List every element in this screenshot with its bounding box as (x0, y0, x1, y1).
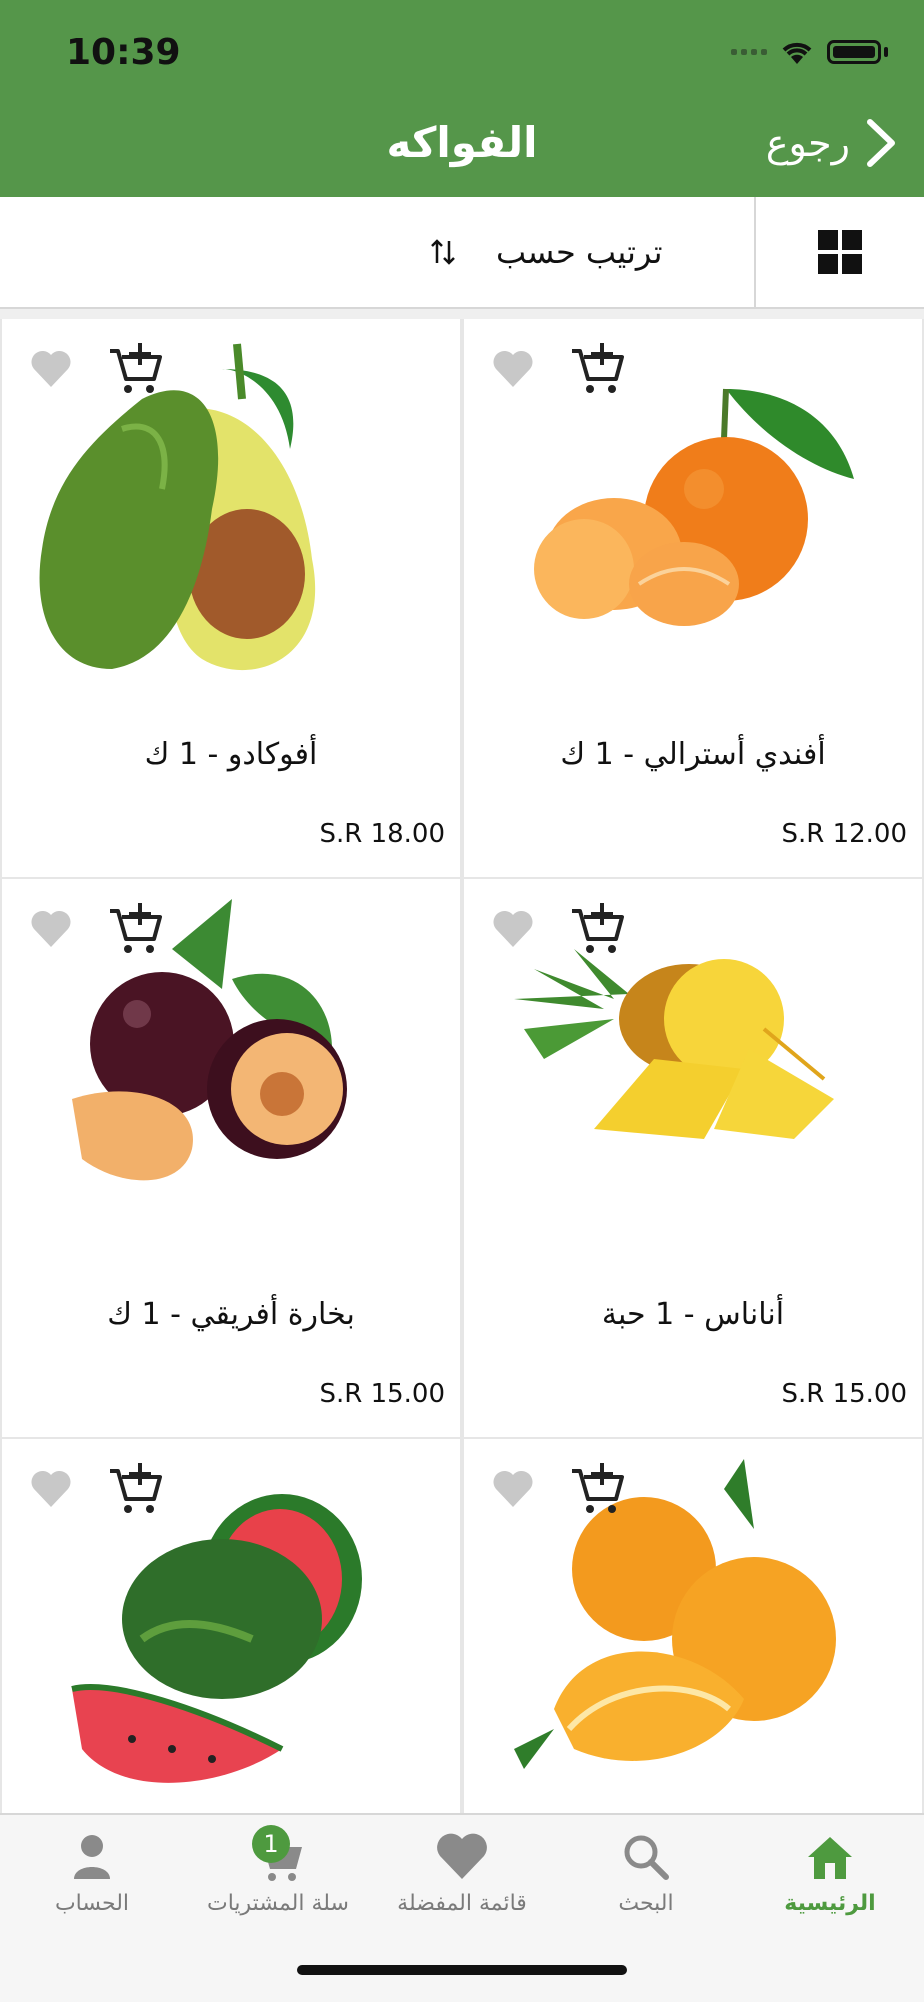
grid-icon (818, 230, 862, 274)
product-name: أناناس - 1 حبة (601, 1297, 785, 1332)
status-icons (731, 38, 888, 66)
battery-icon (827, 40, 881, 64)
tab-account[interactable]: الحساب (0, 1829, 184, 1916)
tab-home-label: الرئيسية (784, 1891, 876, 1916)
tab-home[interactable]: الرئيسية (738, 1829, 922, 1916)
tab-favorites[interactable]: قائمة المفضلة (370, 1829, 554, 1916)
product-price: S.R 12.00 (781, 819, 907, 849)
user-icon (74, 1835, 110, 1879)
product-price: S.R 15.00 (781, 1379, 907, 1409)
wifi-icon (782, 42, 812, 64)
favorite-heart-icon[interactable] (492, 349, 534, 389)
back-label: رجوع (765, 121, 850, 165)
heart-icon (437, 1833, 487, 1879)
favorite-heart-icon[interactable] (30, 1469, 72, 1509)
avocado-image (39, 343, 316, 671)
tab-search[interactable]: البحث (554, 1829, 738, 1916)
product-card[interactable] (2, 1439, 460, 1813)
add-to-cart-icon[interactable] (568, 339, 626, 397)
home-indicator (297, 1965, 627, 1975)
plum-image (72, 899, 347, 1181)
product-name: بخارة أفريقي - 1 ك (107, 1297, 355, 1332)
orange-image (514, 1459, 836, 1769)
tab-favorites-label: قائمة المفضلة (397, 1891, 527, 1916)
search-icon (624, 1835, 669, 1880)
app-header: 10:39 الفواكه رجوع (0, 0, 924, 197)
tab-account-label: الحساب (54, 1891, 130, 1916)
cart-badge: 1 (252, 1825, 290, 1863)
sort-label: ترتيب حسب (496, 233, 663, 271)
tab-search-label: البحث (618, 1891, 674, 1916)
add-to-cart-icon[interactable] (106, 339, 164, 397)
chevron-right-icon (867, 119, 895, 167)
product-card[interactable]: أفندي أسترالي - 1 ك S.R 12.00 (464, 319, 922, 877)
add-to-cart-icon[interactable] (106, 1459, 164, 1517)
product-name: أفوكادو - 1 ك (144, 737, 318, 772)
product-name: أفندي أسترالي - 1 ك (560, 737, 826, 772)
status-time: 10:39 (66, 32, 181, 73)
separator (0, 309, 924, 319)
product-price: S.R 18.00 (319, 819, 445, 849)
watermelon-image (71, 1494, 362, 1783)
favorite-heart-icon[interactable] (30, 909, 72, 949)
product-card[interactable]: بخارة أفريقي - 1 ك S.R 15.00 (2, 879, 460, 1437)
favorite-heart-icon[interactable] (492, 909, 534, 949)
product-card[interactable]: أناناس - 1 حبة S.R 15.00 (464, 879, 922, 1437)
pineapple-image (514, 949, 834, 1139)
add-to-cart-icon[interactable] (568, 1459, 626, 1517)
tab-cart[interactable]: 1 سلة المشتريات (186, 1825, 370, 1916)
tangerine-image (534, 388, 854, 626)
sort-bar: ترتيب حسب (0, 197, 924, 309)
product-grid: أفندي أسترالي - 1 ك S.R 12.00 أفوكادو - … (0, 319, 924, 1813)
add-to-cart-icon[interactable] (568, 899, 626, 957)
home-icon (808, 1837, 852, 1879)
grid-view-button[interactable] (754, 197, 924, 307)
add-to-cart-icon[interactable] (106, 899, 164, 957)
signal-icon (731, 49, 767, 55)
favorite-heart-icon[interactable] (30, 349, 72, 389)
favorite-heart-icon[interactable] (492, 1469, 534, 1509)
product-card[interactable]: أفوكادو - 1 ك S.R 18.00 (2, 319, 460, 877)
product-card[interactable] (464, 1439, 922, 1813)
product-price: S.R 15.00 (319, 1379, 445, 1409)
sort-arrows-icon (431, 239, 455, 265)
tab-cart-label: سلة المشتريات (207, 1891, 349, 1916)
back-button[interactable]: رجوع (766, 118, 898, 168)
sort-button[interactable]: ترتيب حسب (430, 197, 662, 307)
